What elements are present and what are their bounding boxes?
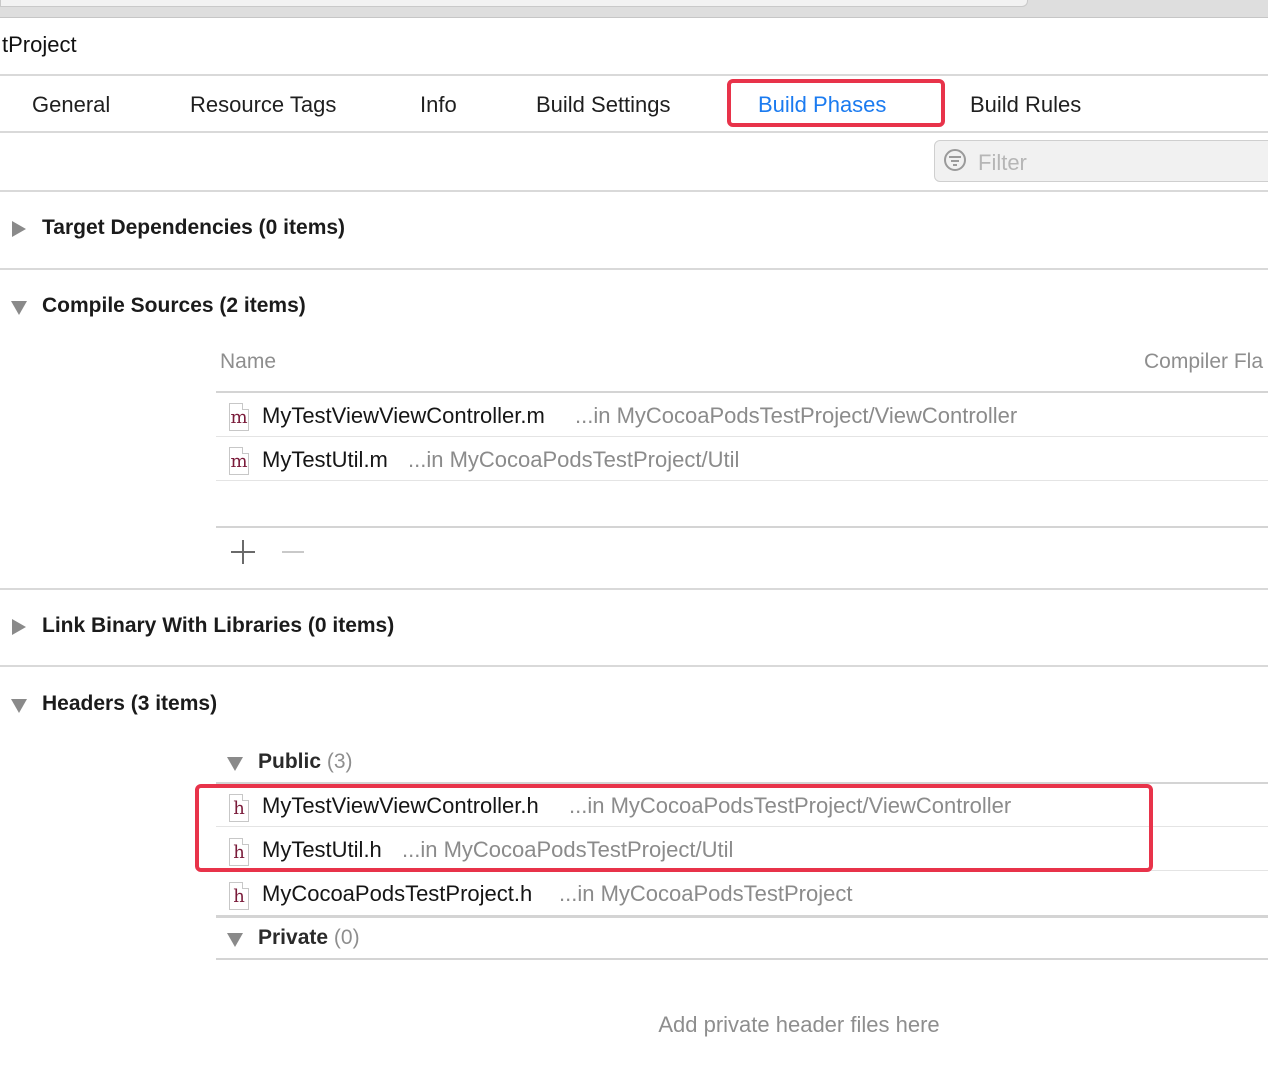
divider: [0, 74, 1268, 76]
disclosure-triangle-collapsed-icon[interactable]: [12, 619, 26, 635]
group-public-headers[interactable]: Public (3): [258, 750, 353, 774]
group-divider: [216, 958, 1268, 960]
source-file-name[interactable]: MyTestViewViewController.m: [262, 403, 545, 429]
group-count: (0): [333, 926, 360, 949]
tab-build-settings[interactable]: Build Settings: [536, 88, 671, 122]
group-label: Private: [258, 926, 329, 949]
xcode-build-phases-window: tProject General Resource Tags Info Buil…: [0, 0, 1268, 1078]
divider: [0, 131, 1268, 133]
section-target-dependencies[interactable]: Target Dependencies (0 items): [42, 216, 345, 240]
tab-build-rules[interactable]: Build Rules: [970, 88, 1081, 122]
divider: [0, 665, 1268, 667]
filter-icon: [944, 149, 966, 171]
header-file-path: ...in MyCocoaPodsTestProject: [559, 881, 853, 906]
annotation-highlight-headers: [195, 784, 1153, 872]
header-h-file-icon: h: [229, 882, 249, 910]
tab-resource-tags[interactable]: Resource Tags: [190, 88, 336, 122]
add-file-button[interactable]: [231, 540, 255, 564]
filter-input[interactable]: [976, 146, 1260, 180]
tab-general[interactable]: General: [32, 88, 110, 122]
tab-info[interactable]: Info: [420, 88, 457, 122]
divider: [0, 588, 1268, 590]
group-label: Public: [258, 750, 322, 773]
divider: [0, 190, 1268, 192]
section-link-binary-with-libraries[interactable]: Link Binary With Libraries (0 items): [42, 614, 394, 638]
column-header-compiler-flags[interactable]: Compiler Fla: [1144, 350, 1263, 374]
disclosure-triangle-expanded-icon[interactable]: [227, 933, 243, 947]
row-divider: [216, 480, 1268, 481]
disclosure-triangle-collapsed-icon[interactable]: [12, 221, 26, 237]
source-file-path: ...in MyCocoaPodsTestProject/Util: [408, 447, 740, 472]
remove-file-button[interactable]: [282, 540, 306, 564]
disclosure-triangle-expanded-icon[interactable]: [227, 757, 243, 771]
project-title: tProject: [2, 32, 77, 57]
section-headers[interactable]: Headers (3 items): [42, 692, 217, 716]
annotation-highlight-tab: [727, 79, 945, 127]
group-divider: [216, 915, 1268, 918]
divider: [0, 268, 1268, 270]
table-header-divider: [216, 391, 1268, 393]
section-compile-sources[interactable]: Compile Sources (2 items): [42, 294, 306, 318]
group-count: (3): [326, 750, 353, 773]
disclosure-triangle-expanded-icon[interactable]: [11, 699, 27, 713]
column-header-name[interactable]: Name: [220, 350, 276, 374]
objc-m-file-icon: m: [229, 403, 249, 431]
toolbar-activity-field: [0, 0, 1028, 7]
row-divider: [216, 436, 1268, 437]
table-footer-divider: [216, 526, 1268, 528]
window-toolbar: [0, 0, 1268, 18]
private-headers-empty-hint: Add private header files here: [658, 1012, 940, 1037]
source-file-path: ...in MyCocoaPodsTestProject/ViewControl…: [575, 403, 1018, 428]
objc-m-file-icon: m: [229, 447, 249, 475]
source-file-name[interactable]: MyTestUtil.m: [262, 447, 388, 473]
disclosure-triangle-expanded-icon[interactable]: [11, 301, 27, 315]
header-file-name[interactable]: MyCocoaPodsTestProject.h: [262, 881, 532, 907]
group-private-headers[interactable]: Private (0): [258, 926, 360, 950]
